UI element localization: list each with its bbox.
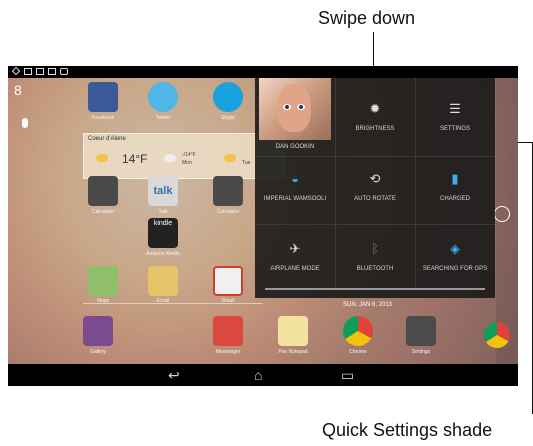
airplane-icon[interactable]: ✈ bbox=[285, 242, 305, 255]
tile-label-airplane-mode[interactable]: AIRPLANE MODE bbox=[255, 266, 335, 272]
calculator-app-icon[interactable] bbox=[88, 176, 118, 206]
all-apps-icon[interactable] bbox=[494, 206, 510, 222]
email-icon bbox=[24, 68, 32, 75]
eye bbox=[283, 104, 291, 110]
app-label-twitter: Twitter bbox=[155, 115, 171, 121]
gps-icon[interactable]: ◈ bbox=[445, 242, 465, 255]
weather-sun-icon bbox=[224, 154, 236, 162]
back-icon[interactable]: ↩ bbox=[168, 368, 180, 382]
app-label-gallery: Gallery bbox=[90, 349, 106, 355]
app-label-facebook: Facebook bbox=[92, 115, 114, 121]
tile-divider bbox=[415, 78, 416, 288]
skype-app-icon[interactable] bbox=[213, 82, 243, 112]
settings-sliders-icon[interactable]: ☰ bbox=[445, 102, 465, 115]
navigation-bar: ↩ ⌂ ▭ bbox=[8, 364, 518, 386]
user-avatar[interactable] bbox=[259, 78, 331, 140]
home-icon[interactable]: ⌂ bbox=[254, 368, 262, 382]
weather-day1: Mon bbox=[182, 160, 192, 166]
google-search-icon[interactable]: 8 bbox=[14, 82, 22, 98]
tile-label-brightness[interactable]: BRIGHTNESS bbox=[335, 126, 415, 132]
app-label-notepad: Pen Notepad bbox=[278, 349, 308, 355]
weather-location: Coeur d'Alene bbox=[88, 136, 126, 142]
calculator-app-icon[interactable] bbox=[213, 176, 243, 206]
tablet-screen: 8 Facebook Twitter Skype Coeur d'Alene 1… bbox=[8, 66, 518, 386]
dock-divider bbox=[83, 303, 263, 304]
tile-label-auto-rotate[interactable]: AUTO ROTATE bbox=[335, 196, 415, 202]
tile-divider bbox=[255, 156, 495, 157]
app-label-kindle: Amazon Kindle bbox=[146, 251, 180, 257]
email-app-icon[interactable] bbox=[148, 266, 178, 296]
weather-cloud-icon bbox=[164, 154, 176, 162]
app-label-chrome: Chrome bbox=[349, 349, 367, 355]
chat-icon bbox=[60, 68, 68, 75]
tile-label-wifi[interactable]: IMPERIAL WAMSOOLI bbox=[255, 196, 335, 202]
weather-day2: Tue bbox=[242, 160, 251, 166]
email-icon bbox=[48, 68, 56, 75]
user-name: DAN GOOKIN bbox=[275, 144, 315, 150]
email-icon bbox=[36, 68, 44, 75]
recents-icon[interactable]: ▭ bbox=[341, 368, 354, 382]
gallery-app-icon[interactable] bbox=[83, 316, 113, 346]
app-label-calculator-2: Calculator bbox=[216, 209, 240, 215]
tile-divider bbox=[335, 78, 336, 288]
status-bar[interactable] bbox=[8, 66, 518, 78]
tile-label-bluetooth[interactable]: BLUETOOTH bbox=[335, 266, 415, 272]
battery-icon[interactable]: ▮ bbox=[445, 172, 465, 185]
brightness-icon[interactable]: ✹ bbox=[365, 102, 385, 115]
settings-app-icon[interactable] bbox=[406, 316, 436, 346]
notification-icon bbox=[11, 66, 21, 76]
tile-label-settings[interactable]: SETTINGS bbox=[415, 126, 495, 132]
app-label-calculator: Calculator bbox=[91, 209, 115, 215]
facebook-app-icon[interactable] bbox=[88, 82, 118, 112]
auto-rotate-icon[interactable]: ⟲ bbox=[365, 172, 385, 185]
callout-quick-settings-shade: Quick Settings shade bbox=[322, 420, 493, 440]
kindle-app-icon[interactable]: kindle bbox=[148, 218, 178, 248]
app-label-talk: Talk bbox=[158, 209, 168, 215]
twitter-app-icon[interactable] bbox=[148, 82, 178, 112]
date-widget: SUN, JAN 6, 2013 bbox=[343, 302, 393, 308]
talk-app-icon[interactable]: talk bbox=[148, 176, 178, 206]
messenger-app-icon[interactable] bbox=[213, 316, 243, 346]
tile-label-battery[interactable]: CHARGED bbox=[415, 196, 495, 202]
maps-app-icon[interactable] bbox=[88, 266, 118, 296]
app-label-settings: Settings bbox=[411, 349, 431, 355]
callout-swipe-down: Swipe down bbox=[318, 8, 416, 28]
weather-temp: 14°F bbox=[122, 152, 148, 166]
notepad-app-icon[interactable] bbox=[278, 316, 308, 346]
weather-day1-temp: -/14°F bbox=[182, 152, 196, 158]
chrome-app-icon[interactable] bbox=[484, 322, 510, 348]
tile-label-gps[interactable]: SEARCHING FOR GPS bbox=[415, 266, 495, 272]
weather-cloud-icon bbox=[96, 154, 108, 162]
app-label-skype: Skype bbox=[221, 115, 235, 121]
gmail-app-icon[interactable] bbox=[213, 266, 243, 296]
app-label-messenger: Messenger bbox=[215, 349, 241, 355]
eye bbox=[297, 104, 305, 110]
shade-drag-handle[interactable] bbox=[265, 288, 485, 290]
chrome-app-icon[interactable] bbox=[343, 316, 373, 346]
tile-divider bbox=[255, 224, 495, 225]
bluetooth-icon[interactable]: ᛒ bbox=[365, 242, 385, 255]
voice-search-icon[interactable] bbox=[22, 118, 28, 128]
user-face-photo bbox=[277, 84, 311, 132]
wifi-icon[interactable]: ◒ bbox=[285, 172, 305, 185]
quick-settings-shade[interactable]: DAN GOOKIN ✹ BRIGHTNESS ☰ SETTINGS ◒ IMP… bbox=[255, 78, 495, 298]
